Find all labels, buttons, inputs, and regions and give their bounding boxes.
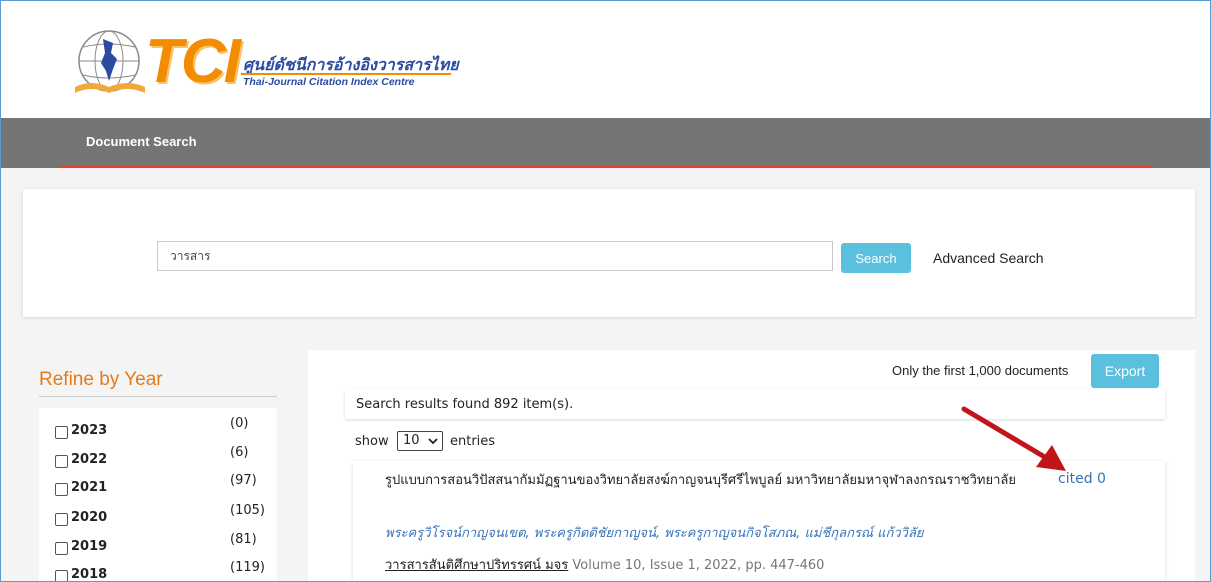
chevron-down-icon <box>428 432 438 453</box>
export-button[interactable]: Export <box>1091 354 1159 388</box>
year-label: 2020 <box>71 510 108 525</box>
year-count: (105) <box>230 503 265 518</box>
year-filter-2022[interactable]: 2022 (6) <box>55 445 275 475</box>
year-label: 2022 <box>71 452 108 467</box>
search-panel: Search Advanced Search <box>23 189 1195 317</box>
year-filter-2018[interactable]: 2018 (119) <box>55 560 275 582</box>
year-label: 2021 <box>71 480 108 495</box>
year-count: (97) <box>230 473 257 488</box>
year-label: 2019 <box>71 539 108 554</box>
year-filter-2023[interactable]: 2023 (0) <box>55 416 275 446</box>
year-checkbox[interactable] <box>55 513 68 526</box>
search-input[interactable] <box>157 241 833 271</box>
result-volume-info: Volume 10, Issue 1, 2022, pp. 447-460 <box>572 558 825 573</box>
page-frame: TCI ศูนย์ดัชนีการอ้างอิงวารสารไทย Thai-J… <box>0 0 1211 582</box>
export-limit-note: Only the first 1,000 documents <box>892 363 1069 378</box>
year-filter-2019[interactable]: 2019 (81) <box>55 532 275 562</box>
year-count: (81) <box>230 532 257 547</box>
year-filter-list: 2023 (0) 2022 (6) 2021 (97) 2020 (105) 2… <box>39 408 277 581</box>
year-checkbox[interactable] <box>55 542 68 555</box>
year-checkbox[interactable] <box>55 570 68 581</box>
advanced-search-link[interactable]: Advanced Search <box>933 250 1044 266</box>
results-count-text: Search results found 892 item(s). <box>356 397 574 412</box>
refine-by-year-title: Refine by Year <box>39 369 163 390</box>
logo-english-text: Thai-Journal Citation Index Centre <box>243 76 415 88</box>
main-nav: Document Search <box>1 118 1210 168</box>
result-title[interactable]: รูปแบบการสอนวิปัสสนากัมมัฏฐานของวิทยาลัย… <box>385 471 1035 490</box>
year-count: (119) <box>230 560 265 575</box>
logo-tci-text: TCI <box>145 27 241 96</box>
nav-item-document-search[interactable]: Document Search <box>86 134 197 149</box>
search-button[interactable]: Search <box>841 243 911 273</box>
year-count: (0) <box>230 416 249 431</box>
year-label: 2018 <box>71 567 108 582</box>
year-filter-2020[interactable]: 2020 (105) <box>55 503 275 533</box>
entries-select[interactable]: 10 <box>397 431 443 451</box>
year-count: (6) <box>230 445 249 460</box>
entries-label: entries <box>450 434 496 449</box>
entries-value: 10 <box>403 433 420 448</box>
result-authors[interactable]: พระครูวิโรจน์กาญจนเขต, พระครูกิตติชัยกาญ… <box>385 522 924 543</box>
year-checkbox[interactable] <box>55 426 68 439</box>
year-filter-2021[interactable]: 2021 (97) <box>55 473 275 503</box>
refine-divider <box>39 396 277 397</box>
result-journal-name[interactable]: วารสารสันติศึกษาปริทรรศน์ มจร <box>385 558 568 573</box>
site-header: TCI ศูนย์ดัชนีการอ้างอิงวารสารไทย Thai-J… <box>1 1 1210 118</box>
tci-logo[interactable]: TCI ศูนย์ดัชนีการอ้างอิงวารสารไทย Thai-J… <box>63 21 463 106</box>
result-journal-line: วารสารสันติศึกษาปริทรรศน์ มจร Volume 10,… <box>385 554 824 575</box>
year-label: 2023 <box>71 423 108 438</box>
year-checkbox[interactable] <box>55 455 68 468</box>
globe-icon <box>75 30 145 93</box>
red-arrow-icon <box>961 406 1066 471</box>
logo-divider <box>241 73 451 75</box>
show-label: show <box>355 434 389 449</box>
year-checkbox[interactable] <box>55 483 68 496</box>
